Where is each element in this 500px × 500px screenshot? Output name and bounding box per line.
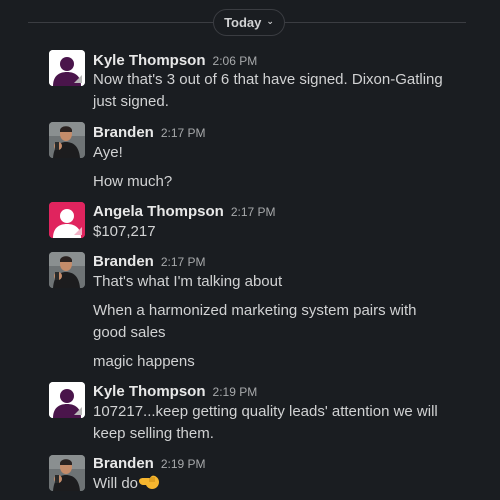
message-text: 107217...keep getting quality leads' att… — [93, 403, 438, 442]
message-header: Branden 2:17 PM — [93, 253, 206, 271]
message-text: Now that's 3 out of 6 that have signed. … — [93, 71, 443, 110]
avatar[interactable] — [49, 455, 85, 491]
message-text: When a harmonized marketing system pairs… — [93, 302, 417, 341]
message-text: How much? — [93, 173, 173, 190]
date-divider-button[interactable]: Today ⌄ — [213, 9, 285, 36]
avatar[interactable] — [49, 202, 85, 238]
avatar[interactable] — [49, 382, 85, 418]
timestamp[interactable]: 2:17 PM — [161, 126, 206, 140]
user-silhouette-icon — [49, 382, 85, 418]
message-text: Will do — [93, 475, 139, 492]
author-name[interactable]: Branden — [93, 253, 154, 270]
message-text: Aye! — [93, 144, 123, 161]
avatar[interactable] — [49, 50, 85, 86]
chevron-down-icon: ⌄ — [266, 16, 274, 26]
backhand-index-pointing-left-icon — [139, 475, 160, 489]
user-silhouette-icon — [49, 50, 85, 86]
author-name[interactable]: Angela Thompson — [93, 203, 224, 220]
message-header: Angela Thompson 2:17 PM — [93, 203, 276, 221]
timestamp[interactable]: 2:19 PM — [213, 385, 258, 399]
message-header: Kyle Thompson 2:19 PM — [93, 383, 257, 401]
timestamp[interactable]: 2:19 PM — [161, 457, 206, 471]
timestamp[interactable]: 2:17 PM — [161, 255, 206, 269]
avatar[interactable] — [49, 122, 85, 158]
timestamp[interactable]: 2:06 PM — [213, 54, 258, 68]
message-header: Branden 2:17 PM — [93, 124, 206, 142]
message-text: $107,217 — [93, 223, 156, 240]
date-divider-label: Today — [224, 15, 262, 30]
timestamp[interactable]: 2:17 PM — [231, 205, 276, 219]
author-name[interactable]: Branden — [93, 455, 154, 472]
message-text-wrapper: Will do — [93, 473, 453, 495]
message-text: magic happens — [93, 353, 195, 370]
message-text: That's what I'm talking about — [93, 273, 283, 290]
profile-photo — [49, 252, 85, 288]
message-header: Kyle Thompson 2:06 PM — [93, 52, 257, 70]
user-silhouette-icon — [49, 202, 85, 238]
avatar[interactable] — [49, 252, 85, 288]
profile-photo — [49, 122, 85, 158]
message-header: Branden 2:19 PM — [93, 455, 206, 473]
author-name[interactable]: Branden — [93, 124, 154, 141]
author-name[interactable]: Kyle Thompson — [93, 52, 206, 69]
profile-photo — [49, 455, 85, 491]
author-name[interactable]: Kyle Thompson — [93, 383, 206, 400]
